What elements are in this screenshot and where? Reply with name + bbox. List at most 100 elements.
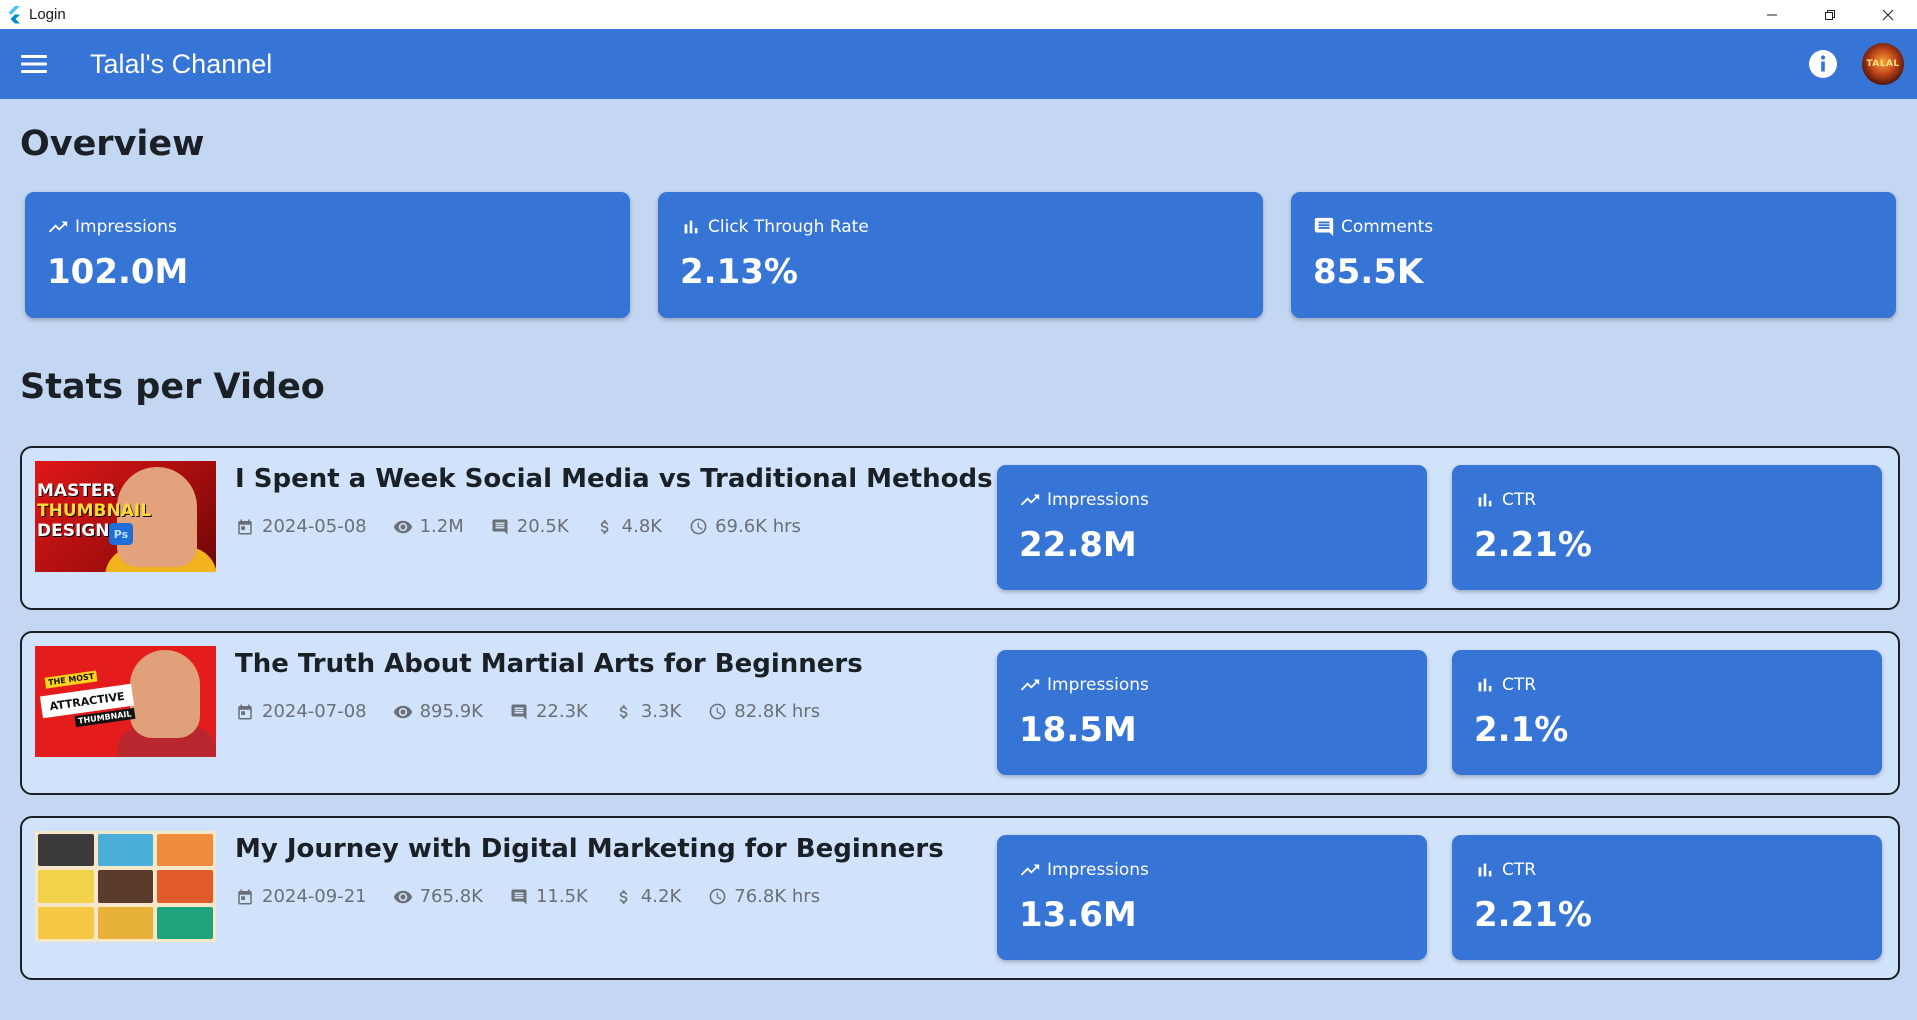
video-impressions-value: 13.6M bbox=[1019, 895, 1137, 935]
photoshop-badge: Ps bbox=[109, 523, 133, 545]
video-row[interactable]: MASTER THUMBNAIL DESIGN Ps I Spent a Wee… bbox=[20, 446, 1900, 610]
minimize-button[interactable] bbox=[1743, 0, 1801, 29]
dollar-icon bbox=[614, 887, 634, 907]
video-meta: 2024-05-08 1.2M 20.5K 4.8K 69.6K hrs bbox=[235, 516, 827, 537]
overview-card-ctr: Click Through Rate 2.13% bbox=[658, 192, 1263, 318]
clock-icon bbox=[688, 517, 708, 537]
video-comments: 22.3K bbox=[535, 701, 588, 722]
video-title: I Spent a Week Social Media vs Tradition… bbox=[235, 464, 993, 494]
video-ctr-card: CTR 2.1% bbox=[1452, 650, 1882, 775]
restore-icon bbox=[1825, 9, 1835, 20]
restore-button[interactable] bbox=[1801, 0, 1859, 29]
video-impressions-card: Impressions 13.6M bbox=[997, 835, 1427, 960]
card-label: CTR bbox=[1502, 490, 1537, 510]
trending-up-icon bbox=[1019, 859, 1041, 881]
hamburger-menu-icon bbox=[21, 55, 47, 73]
clock-icon bbox=[707, 887, 727, 907]
video-watch-time: 82.8K hrs bbox=[734, 701, 821, 722]
video-comments: 11.5K bbox=[535, 886, 588, 907]
video-watch-time: 69.6K hrs bbox=[715, 516, 801, 537]
video-ctr-card: CTR 2.21% bbox=[1452, 835, 1882, 960]
avatar[interactable]: TALAL bbox=[1862, 43, 1904, 85]
video-row[interactable]: My Journey with Digital Marketing for Be… bbox=[20, 816, 1900, 980]
comment-icon bbox=[509, 887, 529, 907]
video-thumbnail: THE MOST ATTRACTIVE THUMBNAIL bbox=[35, 646, 216, 757]
window-titlebar: Login bbox=[0, 0, 1917, 29]
thumbnail-text: MASTER bbox=[37, 481, 116, 501]
card-label: CTR bbox=[1502, 860, 1537, 880]
video-ctr-value: 2.21% bbox=[1474, 525, 1592, 565]
menu-button[interactable] bbox=[18, 49, 50, 79]
video-comments: 20.5K bbox=[516, 516, 569, 537]
card-label: Impressions bbox=[1047, 860, 1149, 880]
video-title: The Truth About Martial Arts for Beginne… bbox=[235, 649, 863, 679]
overview-heading: Overview bbox=[20, 124, 205, 164]
card-label: CTR bbox=[1502, 675, 1537, 695]
video-thumbnail: MASTER THUMBNAIL DESIGN Ps bbox=[35, 461, 216, 572]
trending-up-icon bbox=[47, 216, 69, 238]
overview-card-value: 2.13% bbox=[680, 252, 798, 292]
video-title: My Journey with Digital Marketing for Be… bbox=[235, 834, 944, 864]
bar-chart-icon bbox=[1474, 674, 1496, 696]
dollar-icon bbox=[614, 702, 634, 722]
video-meta: 2024-09-21 765.8K 11.5K 4.2K 76.8K hrs bbox=[235, 886, 846, 907]
thumbnail-text: DESIGN bbox=[37, 521, 110, 541]
window-title: Login bbox=[29, 6, 66, 23]
channel-title: Talal's Channel bbox=[90, 48, 273, 79]
app-bar: Talal's Channel TALAL bbox=[0, 29, 1917, 99]
flutter-logo-icon bbox=[2, 0, 24, 29]
thumbnail-text: THUMBNAIL bbox=[37, 501, 152, 521]
minimize-icon bbox=[1767, 14, 1777, 15]
overview-card-comments: Comments 85.5K bbox=[1291, 192, 1896, 318]
avatar-text: TALAL bbox=[1866, 59, 1900, 69]
comment-icon bbox=[1313, 216, 1335, 238]
video-watch-time: 76.8K hrs bbox=[734, 886, 821, 907]
clock-icon bbox=[707, 702, 727, 722]
video-row[interactable]: THE MOST ATTRACTIVE THUMBNAIL The Truth … bbox=[20, 631, 1900, 795]
video-date: 2024-07-08 bbox=[262, 701, 367, 722]
video-ctr-value: 2.1% bbox=[1474, 710, 1569, 750]
video-impressions-value: 18.5M bbox=[1019, 710, 1137, 750]
video-ctr-card: CTR 2.21% bbox=[1452, 465, 1882, 590]
eye-icon bbox=[393, 887, 413, 907]
calendar-icon bbox=[235, 517, 255, 537]
video-thumbnail bbox=[35, 831, 216, 942]
overview-card-value: 102.0M bbox=[47, 252, 189, 292]
video-meta: 2024-07-08 895.9K 22.3K 3.3K 82.8K hrs bbox=[235, 701, 846, 722]
thumbnail-text: THE MOST bbox=[44, 670, 98, 689]
video-impressions-card: Impressions 22.8M bbox=[997, 465, 1427, 590]
bar-chart-icon bbox=[680, 216, 702, 238]
bar-chart-icon bbox=[1474, 489, 1496, 511]
video-impressions-value: 22.8M bbox=[1019, 525, 1137, 565]
calendar-icon bbox=[235, 702, 255, 722]
video-views: 765.8K bbox=[419, 886, 483, 907]
overview-card-label: Click Through Rate bbox=[708, 217, 869, 237]
stats-heading: Stats per Video bbox=[20, 367, 325, 407]
video-revenue: 3.3K bbox=[640, 701, 682, 722]
overview-card-impressions: Impressions 102.0M bbox=[25, 192, 630, 318]
comment-icon bbox=[490, 517, 510, 537]
overview-card-value: 85.5K bbox=[1313, 252, 1424, 292]
close-button[interactable] bbox=[1859, 0, 1917, 29]
overview-card-label: Comments bbox=[1341, 217, 1434, 237]
video-ctr-value: 2.21% bbox=[1474, 895, 1592, 935]
comment-icon bbox=[509, 702, 529, 722]
info-button[interactable] bbox=[1806, 47, 1840, 81]
dollar-icon bbox=[595, 517, 615, 537]
video-revenue: 4.2K bbox=[640, 886, 682, 907]
close-icon bbox=[1882, 9, 1894, 20]
card-label: Impressions bbox=[1047, 675, 1149, 695]
video-impressions-card: Impressions 18.5M bbox=[997, 650, 1427, 775]
video-views: 1.2M bbox=[419, 516, 464, 537]
info-icon bbox=[1809, 50, 1837, 78]
video-date: 2024-05-08 bbox=[262, 516, 367, 537]
video-views: 895.9K bbox=[419, 701, 483, 722]
eye-icon bbox=[393, 702, 413, 722]
eye-icon bbox=[393, 517, 413, 537]
bar-chart-icon bbox=[1474, 859, 1496, 881]
card-label: Impressions bbox=[1047, 490, 1149, 510]
overview-card-label: Impressions bbox=[75, 217, 177, 237]
trending-up-icon bbox=[1019, 489, 1041, 511]
video-revenue: 4.8K bbox=[621, 516, 663, 537]
trending-up-icon bbox=[1019, 674, 1041, 696]
